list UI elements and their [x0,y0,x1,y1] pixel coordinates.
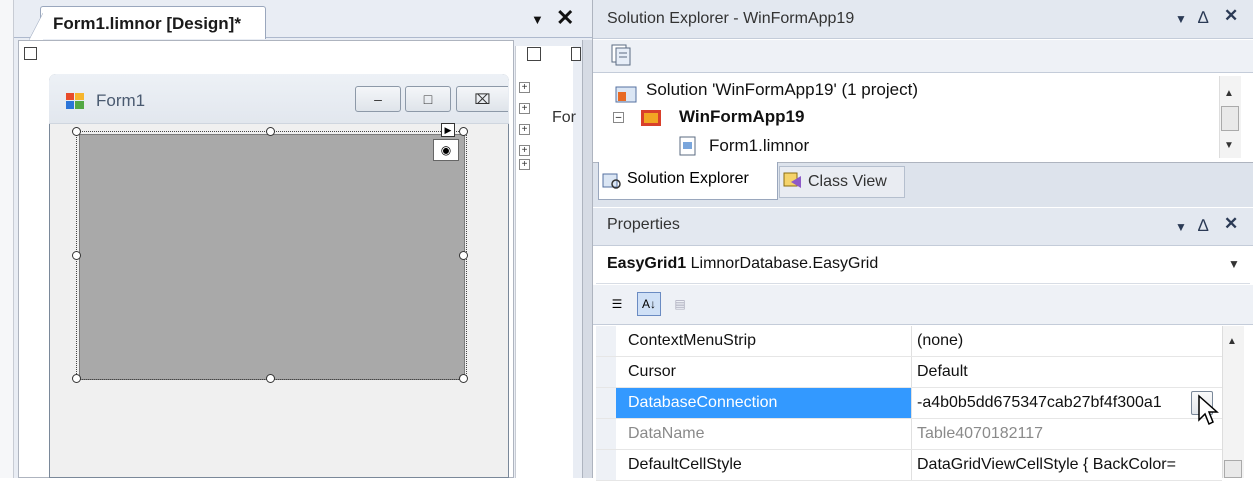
property-pages-icon[interactable]: ▤ [668,292,692,316]
solution-explorer-tab-icon [602,173,621,189]
solution-icon [615,86,637,103]
scroll-thumb[interactable] [1224,460,1242,478]
left-edge-strip [0,0,14,478]
property-name: DatabaseConnection [616,388,912,418]
expand-plus-icon[interactable]: + [519,103,530,114]
tree-right-box [571,47,581,61]
tab-solution-explorer[interactable]: Solution Explorer [598,162,778,200]
tab-form1-design[interactable]: Form1.limnor [Design]* [29,6,266,40]
categorized-icon[interactable]: ☰ [605,292,629,316]
panel-dropdown-icon[interactable]: ▼ [1175,220,1187,234]
surface-resize-handle[interactable] [24,47,37,60]
solution-explorer-toolbar [593,40,1253,73]
panel-splitter[interactable] [582,40,592,478]
property-name: Cursor [616,357,912,387]
scroll-up-icon[interactable]: ▲ [1227,336,1237,347]
tree-corner-box [527,47,541,61]
resize-handle-e[interactable] [459,251,468,260]
row-gutter [596,450,616,480]
solution-explorer-title: Solution Explorer - WinFormApp19 [607,10,855,27]
scroll-up-icon[interactable]: ▲ [1224,88,1234,99]
property-name: DefaultCellStyle [616,450,912,480]
property-value[interactable]: -a4b0b5dd675347cab27bf4f300a1 [913,388,1222,418]
object-type: LimnorDatabase.EasyGrid [690,255,879,272]
pin-icon[interactable]: ∆ [1198,216,1208,236]
row-gutter [596,326,616,356]
maximize-button[interactable]: □ [405,86,451,112]
form-close-button[interactable]: ⌧ [456,86,508,112]
tree-item-form1[interactable]: Form1.limnor [709,136,809,156]
component-tree-label: For [552,109,576,126]
smart-tag-arrow-icon[interactable]: ▶ [441,123,455,137]
object-selector-text: EasyGrid1 LimnorDatabase.EasyGrid [607,255,878,273]
scroll-thumb[interactable] [1221,106,1239,131]
collapse-minus-icon[interactable]: – [613,112,624,123]
resize-handle-n[interactable] [266,127,275,136]
expand-plus-icon[interactable]: + [519,159,530,170]
panel-dropdown-icon[interactable]: ▼ [1175,12,1187,26]
tree-item-project[interactable]: WinFormApp19 [679,107,804,127]
properties-title: Properties [607,216,680,233]
expand-plus-icon[interactable]: + [519,82,530,93]
form-file-icon [679,136,696,156]
form-icon [66,93,84,109]
tree-item-solution[interactable]: Solution 'WinFormApp19' (1 project) [646,80,918,100]
row-gutter [596,357,616,387]
property-row[interactable]: Cursor Default [596,357,1222,388]
property-row[interactable]: DataName Table4070182117 [596,419,1222,450]
property-value[interactable]: Default [913,357,1222,387]
property-row[interactable]: ContextMenuStrip (none) [596,326,1222,357]
properties-titlebar [593,208,1253,246]
mouse-cursor-icon [1198,394,1219,426]
minimize-button[interactable]: – [355,86,401,112]
resize-handle-ne[interactable] [459,127,468,136]
resize-handle-nw[interactable] [72,127,81,136]
panel-close-icon[interactable]: ✕ [1224,6,1238,26]
properties-icon[interactable] [611,44,631,66]
object-name: EasyGrid1 [607,255,687,272]
property-value[interactable]: (none) [913,326,1222,356]
resize-handle-s[interactable] [266,374,275,383]
panel-close-icon[interactable]: ✕ [1224,214,1238,234]
resize-handle-w[interactable] [72,251,81,260]
expand-plus-icon[interactable]: + [519,145,530,156]
expand-plus-icon[interactable]: + [519,124,530,135]
selection-outline [76,131,467,380]
scroll-down-icon[interactable]: ▼ [1224,140,1234,151]
class-view-icon [783,172,801,188]
property-row-selected[interactable]: DatabaseConnection -a4b0b5dd675347cab27b… [596,388,1222,419]
property-row[interactable]: DefaultCellStyle DataGridViewCellStyle {… [596,450,1222,481]
property-name: ContextMenuStrip [616,326,912,356]
tab-dropdown-icon[interactable]: ▼ [531,12,544,27]
project-icon [641,110,661,126]
tab-close-icon[interactable]: ✕ [556,7,574,29]
resize-handle-se[interactable] [459,374,468,383]
row-gutter [596,388,616,418]
property-value[interactable]: DataGridViewCellStyle { BackColor= [913,450,1222,480]
properties-scrollbar[interactable] [1222,326,1244,478]
row-gutter [596,419,616,449]
alphabetical-sort-icon[interactable]: A↓ [637,292,661,316]
property-value[interactable]: Table4070182117 [913,419,1222,449]
pin-icon[interactable]: ∆ [1198,8,1208,28]
resize-handle-sw[interactable] [72,374,81,383]
property-grid: ContextMenuStrip (none) Cursor Default D… [596,326,1222,481]
properties-toolbar [593,285,1253,325]
object-selector-dropdown-icon[interactable]: ▼ [1228,257,1240,271]
property-name: DataName [616,419,912,449]
database-badge-icon: ◉ [433,139,459,161]
form-title: Form1 [96,91,146,110]
